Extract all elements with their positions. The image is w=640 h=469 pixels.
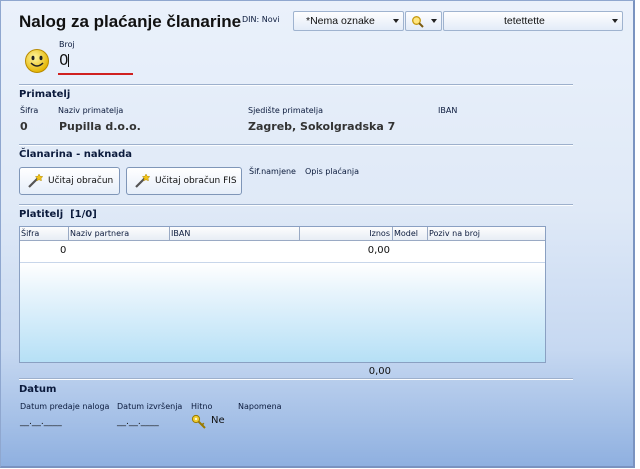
chevron-down-icon [393,19,399,23]
table-empty-area [20,263,545,362]
din-status: DIN: Novi [242,15,280,24]
magic-wand-icon [135,173,151,188]
search-icon [412,16,424,28]
primatelj-sifra: 0 [20,120,28,133]
payment-order-window: Nalog za plaćanje članarine DIN: Novi *N… [0,0,635,468]
table-header: Šifra Naziv partnera IBAN Iznos Model Po… [20,227,545,241]
ucitaj-obracun-label: Učitaj obračun [48,176,114,186]
datum-section-title: Datum [19,384,57,395]
broj-label: Broj [59,40,75,49]
broj-input[interactable]: 0 [58,51,133,70]
ucitaj-obracun-fis-button[interactable]: Učitaj obračun FIS [126,167,242,195]
column-header-poziv-na-broj[interactable]: Poziv na broj [428,227,545,240]
datum-izvrsenja-label: Datum izvršenja [117,402,183,411]
smiley-icon [25,49,49,73]
column-header-naziv-partnera[interactable]: Naziv partnera [69,227,170,240]
platitelj-title: Platitelj [19,209,64,220]
magic-wand-icon [28,173,44,188]
clanarina-section-title: Članarina - naknada [19,149,133,160]
ucitaj-obracun-fis-label: Učitaj obračun FIS [155,176,237,186]
chevron-down-icon [431,19,437,23]
napomena-label: Napomena [238,402,282,411]
sifra-label: Šifra [20,106,39,115]
tag-select[interactable]: *Nema oznake [293,11,404,31]
divider [19,378,573,380]
datum-predaje-input[interactable]: __.__.____ [20,417,62,427]
primatelj-section-title: Primatelj [19,89,71,100]
key-icon [191,414,206,429]
column-header-model[interactable]: Model [393,227,428,240]
platitelj-counter: [1/0] [70,209,97,220]
divider [19,84,573,86]
chevron-down-icon [612,19,618,23]
sjediste-label: Sjedište primatelja [248,106,323,115]
primatelj-naziv: Pupilla d.o.o. [59,120,141,133]
account-select[interactable]: tetettette [443,11,623,31]
naziv-primatelja-label: Naziv primatelja [58,106,124,115]
hitno-toggle[interactable]: Ne [191,414,231,430]
row-iznos: 0,00 [367,245,390,256]
platitelj-table[interactable]: Šifra Naziv partnera IBAN Iznos Model Po… [19,226,546,363]
search-dropdown-button[interactable] [405,11,442,31]
tag-select-value: *Nema oznake [306,15,375,27]
ucitaj-obracun-button[interactable]: Učitaj obračun [19,167,120,195]
opis-placanja-label: Opis plaćanja [305,167,360,176]
column-header-sifra[interactable]: Šifra [20,227,69,240]
platitelj-section-title: Platitelj [1/0] [19,209,97,220]
datum-izvrsenja-input[interactable]: __.__.____ [117,417,159,427]
text-cursor [68,54,69,67]
page-title: Nalog za plaćanje članarine [19,12,242,31]
column-header-iban[interactable]: IBAN [170,227,300,240]
table-total-iznos: 0,00 [368,366,391,377]
sif-namjene-label: Šif.namjene [249,167,296,176]
hitno-value: Ne [211,415,225,426]
row-sifra: 0 [60,245,67,256]
datum-predaje-label: Datum predaje naloga [20,402,110,411]
primatelj-sjediste: Zagreb, Sokolgradska 7 [248,120,396,133]
divider [19,144,573,146]
divider [19,204,573,206]
account-select-value: tetettette [504,15,545,27]
table-row[interactable]: 0 0,00 [20,241,545,263]
column-header-iznos[interactable]: Iznos [300,227,393,240]
iban-label: IBAN [438,106,458,115]
hitno-label: Hitno [191,402,213,411]
broj-underline [58,73,133,75]
